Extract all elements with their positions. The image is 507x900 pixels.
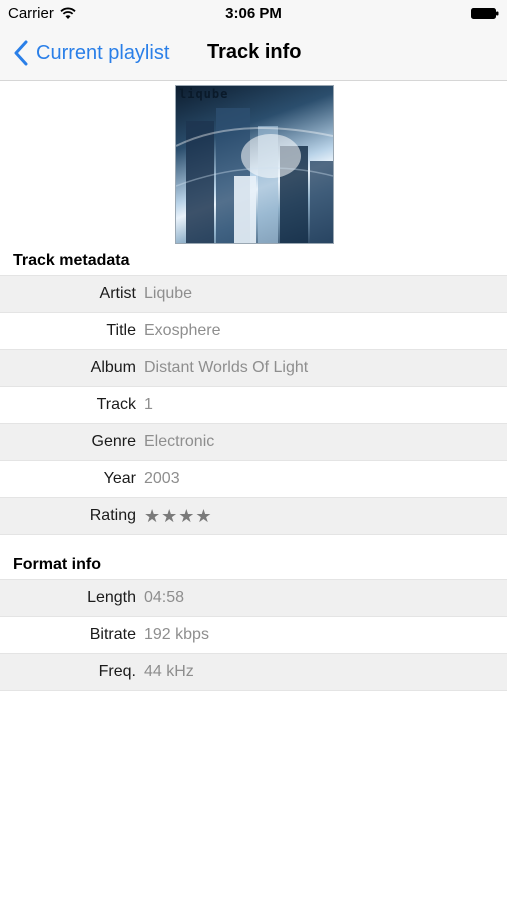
row-label: Bitrate bbox=[89, 626, 136, 643]
cover-brand-text: liqube bbox=[179, 87, 229, 101]
row-label: Genre bbox=[91, 433, 136, 450]
row-value: Liqube bbox=[144, 285, 193, 302]
row-label: Year bbox=[103, 470, 136, 487]
row-value: Electronic bbox=[144, 433, 215, 450]
row-label: Artist bbox=[99, 285, 136, 302]
chevron-left-icon bbox=[14, 40, 28, 66]
row-label: Track bbox=[96, 396, 136, 413]
row-label: Rating bbox=[89, 507, 136, 524]
battery-icon bbox=[471, 8, 499, 19]
row-label: Album bbox=[90, 359, 136, 376]
list-item: Title Exosphere bbox=[0, 313, 507, 350]
list-item: Track 1 bbox=[0, 387, 507, 424]
list-item: Rating ★★★★ bbox=[0, 498, 507, 535]
list-item: Genre Electronic bbox=[0, 424, 507, 461]
row-value: Exosphere bbox=[144, 322, 221, 339]
back-button-label: Current playlist bbox=[36, 41, 170, 64]
row-label: Title bbox=[106, 322, 136, 339]
list-item: Year 2003 bbox=[0, 461, 507, 498]
list-item: Album Distant Worlds Of Light bbox=[0, 350, 507, 387]
row-value: 1 bbox=[144, 396, 153, 413]
row-label: Freq. bbox=[98, 663, 136, 680]
format-info-heading: Format info bbox=[13, 556, 101, 573]
list-item: Length 04:58 bbox=[0, 580, 507, 617]
status-bar: Carrier 3:06 PM bbox=[0, 0, 507, 28]
row-value: 04:58 bbox=[144, 589, 185, 606]
track-metadata-heading: Track metadata bbox=[13, 252, 130, 269]
status-time: 3:06 PM bbox=[225, 5, 282, 22]
back-button[interactable]: Current playlist bbox=[12, 38, 169, 68]
list-item: Artist Liqube bbox=[0, 276, 507, 313]
rating-stars[interactable]: ★★★★ bbox=[144, 498, 213, 534]
album-cover: liqube bbox=[175, 85, 334, 244]
row-label: Length bbox=[87, 589, 136, 606]
row-value: 44 kHz bbox=[144, 663, 194, 680]
row-value: Distant Worlds Of Light bbox=[144, 359, 309, 376]
track-metadata-list: Artist Liqube Title Exosphere Album Dist… bbox=[0, 275, 507, 535]
list-item: Freq. 44 kHz bbox=[0, 654, 507, 691]
top-bar: Carrier 3:06 PM Current playlist Track i… bbox=[0, 0, 507, 81]
row-value: 2003 bbox=[144, 470, 180, 487]
row-value: 192 kbps bbox=[144, 626, 209, 643]
list-item: Bitrate 192 kbps bbox=[0, 617, 507, 654]
format-info-list: Length 04:58 Bitrate 192 kbps Freq. 44 k… bbox=[0, 579, 507, 691]
navigation-bar: Current playlist Track info bbox=[0, 28, 507, 80]
page-title: Track info bbox=[207, 41, 302, 63]
